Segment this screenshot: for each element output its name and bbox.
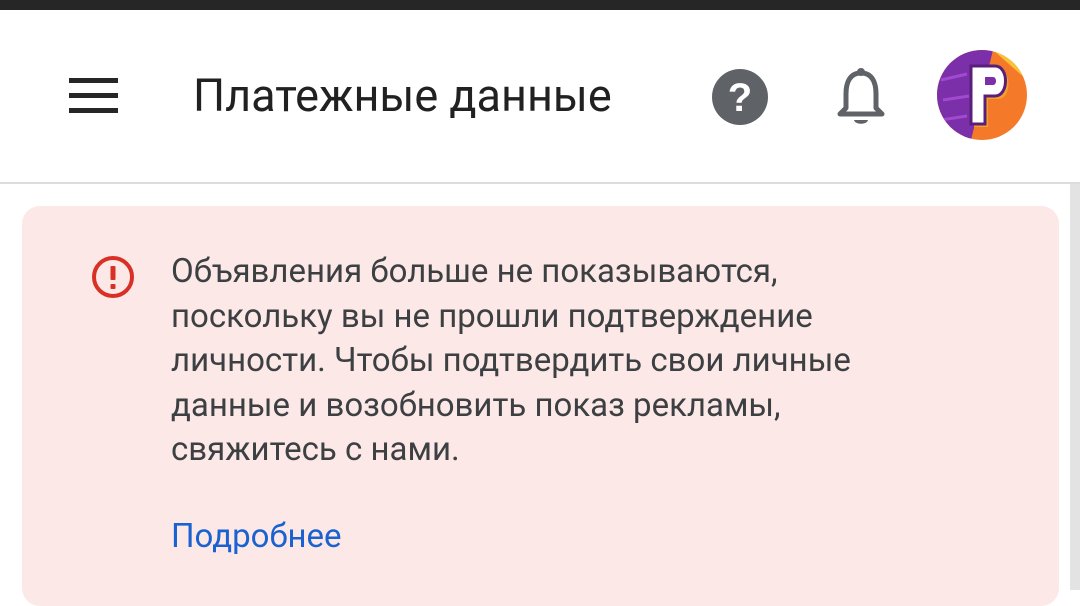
status-bar-strip xyxy=(0,0,1080,10)
avatar[interactable] xyxy=(937,50,1027,140)
help-icon[interactable]: ? xyxy=(710,67,770,127)
app-bar-divider xyxy=(0,182,1080,184)
hamburger-menu-icon[interactable] xyxy=(62,74,124,118)
error-exclamation-icon xyxy=(90,254,136,300)
identity-verification-alert: Объявления больше не показываются, поско… xyxy=(22,206,1059,606)
learn-more-link[interactable]: Подробнее xyxy=(171,515,341,559)
alert-message: Объявления больше не показываются, поско… xyxy=(171,252,851,469)
page-title: Платежные данные xyxy=(193,69,612,122)
scrollbar[interactable] xyxy=(1070,184,1080,590)
svg-text:?: ? xyxy=(728,76,752,120)
bell-icon[interactable] xyxy=(830,64,892,128)
